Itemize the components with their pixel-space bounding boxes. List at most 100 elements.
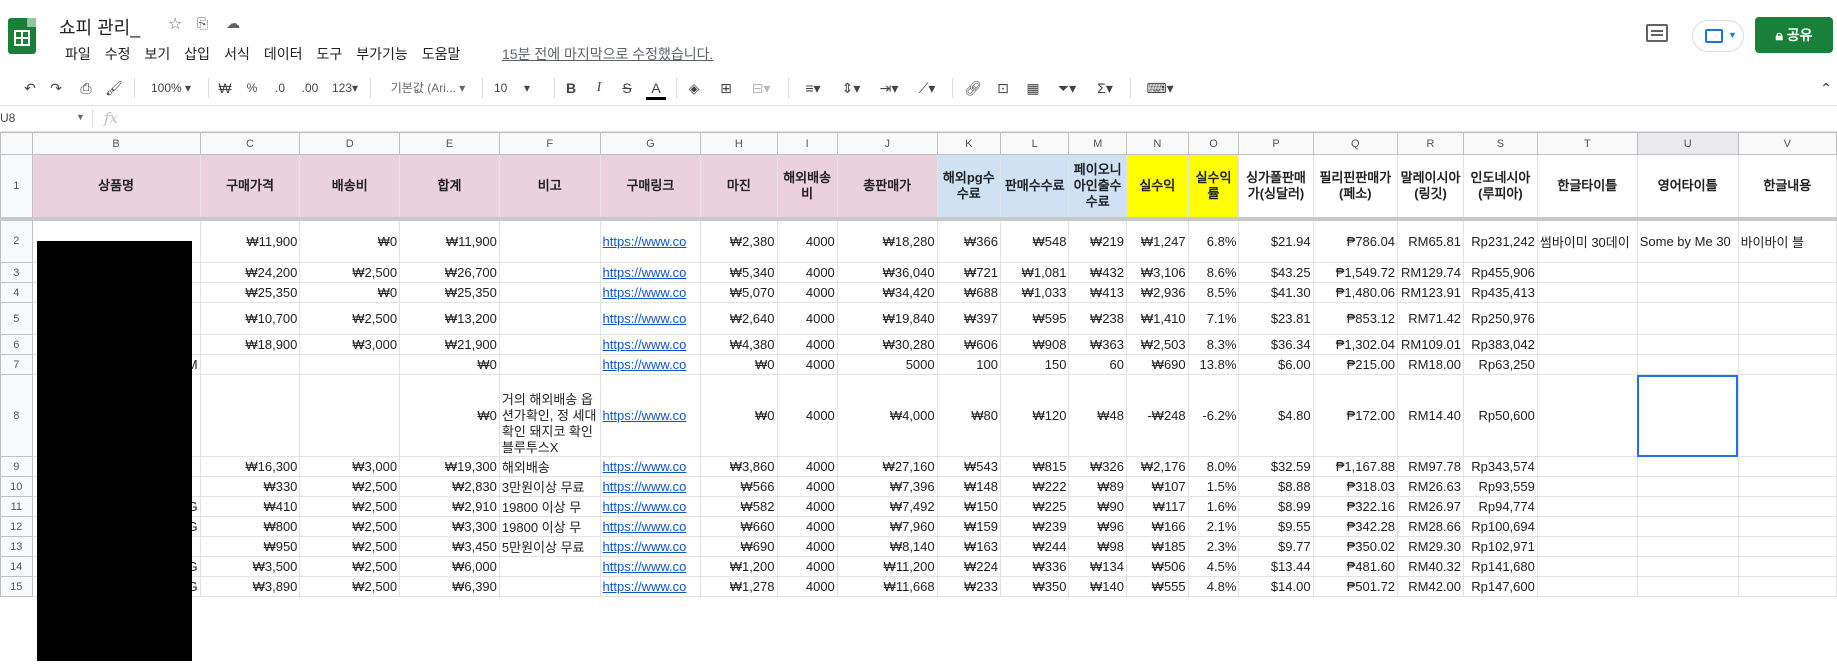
- cell-g[interactable]: https://www.co: [599, 334, 702, 355]
- row-header[interactable]: 14: [0, 556, 33, 577]
- cell-k[interactable]: ₩397: [936, 302, 1001, 335]
- cell-p[interactable]: $8.99: [1238, 496, 1314, 517]
- vertical-align-icon[interactable]: ⇕▾: [836, 78, 866, 98]
- cell-v[interactable]: [1737, 496, 1837, 517]
- cell-i[interactable]: 4000: [776, 334, 838, 355]
- cell-m[interactable]: ₩219: [1068, 218, 1127, 263]
- cell-q[interactable]: ₱215.00: [1312, 354, 1399, 375]
- cell-l[interactable]: ₩595: [999, 302, 1070, 335]
- cell-f[interactable]: [498, 556, 601, 577]
- row-header[interactable]: 4: [0, 282, 33, 303]
- cell-l[interactable]: ₩1,081: [999, 262, 1070, 283]
- column-header-g[interactable]: G: [599, 132, 702, 155]
- cell-c[interactable]: ₩10,700: [199, 302, 301, 335]
- cell-p[interactable]: $9.55: [1238, 516, 1314, 537]
- cell-q[interactable]: ₱1,167.88: [1312, 456, 1399, 477]
- cell-o[interactable]: 2.3%: [1187, 536, 1240, 557]
- cell-q[interactable]: ₱318.03: [1312, 476, 1399, 497]
- cell-j[interactable]: ₩11,668: [836, 576, 938, 597]
- menu-insert[interactable]: 삽입: [177, 44, 217, 64]
- cell-u[interactable]: Some by Me 30: [1636, 218, 1739, 263]
- cell-r[interactable]: RM109.01: [1397, 334, 1465, 355]
- undo-icon[interactable]: ↶: [20, 78, 40, 98]
- cell-n[interactable]: ₩2,936: [1125, 282, 1189, 303]
- last-edit-link[interactable]: 15분 전에 마지막으로 수정했습니다.: [502, 44, 713, 64]
- column-header-c[interactable]: C: [199, 132, 301, 155]
- cell-u[interactable]: [1636, 282, 1739, 303]
- cell-i[interactable]: 4000: [776, 262, 838, 283]
- cell-r[interactable]: RM18.00: [1397, 354, 1465, 375]
- cell-m[interactable]: ₩140: [1068, 576, 1127, 597]
- column-header-r[interactable]: R: [1397, 132, 1465, 155]
- cell-i[interactable]: 4000: [776, 354, 838, 375]
- cell-r[interactable]: RM26.63: [1397, 476, 1465, 497]
- cell-u[interactable]: [1636, 302, 1739, 335]
- cell-h[interactable]: ₩582: [700, 496, 778, 517]
- cell-e[interactable]: ₩3,450: [399, 536, 500, 557]
- cell-m[interactable]: ₩134: [1068, 556, 1127, 577]
- cell-q[interactable]: ₱481.60: [1312, 556, 1399, 577]
- cell-e[interactable]: ₩19,300: [399, 456, 500, 477]
- cell-o[interactable]: 1.5%: [1187, 476, 1240, 497]
- cell-r[interactable]: RM65.81: [1397, 218, 1465, 263]
- cell-j[interactable]: ₩11,200: [836, 556, 938, 577]
- cell-d[interactable]: ₩0: [299, 218, 401, 263]
- cell-l[interactable]: ₩336: [999, 556, 1070, 577]
- column-header-q[interactable]: Q: [1312, 132, 1399, 155]
- text-wrap-icon[interactable]: ⇥▾: [874, 78, 904, 98]
- cell-c[interactable]: [199, 354, 301, 375]
- menu-tools[interactable]: 도구: [309, 44, 349, 64]
- cell-f[interactable]: [498, 576, 601, 597]
- cell-c[interactable]: ₩11,900: [199, 218, 301, 263]
- cell-v[interactable]: [1737, 334, 1837, 355]
- cell-d[interactable]: ₩2,500: [299, 536, 401, 557]
- cell-l[interactable]: ₩548: [999, 218, 1070, 263]
- cell-p[interactable]: $9.77: [1238, 536, 1314, 557]
- cell-e[interactable]: ₩0: [399, 354, 500, 375]
- cell-o[interactable]: 4.5%: [1187, 556, 1240, 577]
- header-cell-i[interactable]: 해외배송비: [776, 154, 838, 221]
- cell-s[interactable]: Rp93,559: [1463, 476, 1538, 497]
- cell-d[interactable]: ₩3,000: [299, 456, 401, 477]
- more-formats-button[interactable]: 123▾: [328, 78, 362, 98]
- cell-v[interactable]: [1737, 516, 1837, 537]
- cell-m[interactable]: ₩89: [1068, 476, 1127, 497]
- cell-m[interactable]: ₩432: [1068, 262, 1127, 283]
- column-header-d[interactable]: D: [299, 132, 401, 155]
- italic-button[interactable]: I: [590, 78, 608, 98]
- cell-n[interactable]: ₩3,106: [1125, 262, 1189, 283]
- cell-e[interactable]: ₩2,910: [399, 496, 500, 517]
- share-button[interactable]: 🔒︎ 공유: [1755, 17, 1833, 53]
- cell-s[interactable]: Rp141,680: [1463, 556, 1538, 577]
- filter-icon[interactable]: ⏷▾: [1052, 78, 1082, 98]
- horizontal-align-icon[interactable]: ≡▾: [798, 78, 828, 98]
- cell-g[interactable]: https://www.co: [599, 496, 702, 517]
- cell-k[interactable]: ₩159: [936, 516, 1001, 537]
- cell-p[interactable]: $23.81: [1238, 302, 1314, 335]
- cell-n[interactable]: ₩185: [1125, 536, 1189, 557]
- cell-j[interactable]: ₩19,840: [836, 302, 938, 335]
- cell-u[interactable]: [1636, 516, 1739, 537]
- cell-e[interactable]: ₩21,900: [399, 334, 500, 355]
- cell-j[interactable]: 5000: [836, 354, 938, 375]
- cell-s[interactable]: Rp63,250: [1463, 354, 1538, 375]
- cell-v[interactable]: [1737, 556, 1837, 577]
- cell-n[interactable]: ₩506: [1125, 556, 1189, 577]
- cell-o[interactable]: 8.5%: [1187, 282, 1240, 303]
- row-header[interactable]: 13: [0, 536, 33, 557]
- cell-q[interactable]: ₱1,480.06: [1312, 282, 1399, 303]
- cell-c[interactable]: ₩410: [199, 496, 301, 517]
- cell-q[interactable]: ₱501.72: [1312, 576, 1399, 597]
- cell-p[interactable]: $6.00: [1238, 354, 1314, 375]
- cell-c[interactable]: ₩24,200: [199, 262, 301, 283]
- fill-color-icon[interactable]: ◈: [684, 78, 704, 98]
- cell-l[interactable]: ₩1,033: [999, 282, 1070, 303]
- cell-n[interactable]: ₩107: [1125, 476, 1189, 497]
- cell-f[interactable]: 19800 이상 무: [498, 496, 601, 517]
- cell-q[interactable]: ₱853.12: [1312, 302, 1399, 335]
- cell-g[interactable]: https://www.co: [599, 476, 702, 497]
- cell-l[interactable]: ₩815: [999, 456, 1070, 477]
- column-header-i[interactable]: I: [776, 132, 838, 155]
- cell-m[interactable]: 60: [1068, 354, 1127, 375]
- header-cell-d[interactable]: 배송비: [299, 154, 401, 221]
